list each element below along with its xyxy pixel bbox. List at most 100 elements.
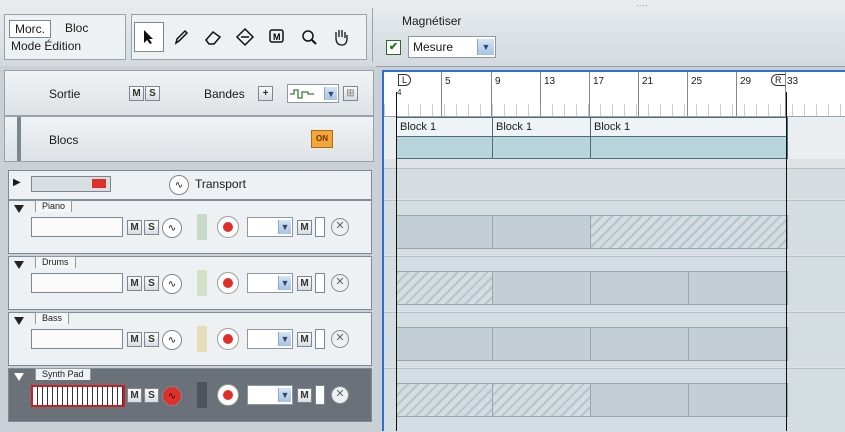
record-arm-button[interactable]	[217, 384, 239, 406]
track-dropdown[interactable]: ▼	[247, 329, 293, 349]
seq-mute-button[interactable]: M	[297, 220, 312, 235]
record-arm-button[interactable]	[217, 328, 239, 350]
master-mute-button[interactable]: M	[129, 86, 144, 101]
add-lane-button[interactable]: +	[258, 86, 273, 101]
collapse-arrow-icon[interactable]	[14, 317, 24, 325]
level-meter	[315, 385, 325, 405]
solo-button[interactable]: S	[144, 332, 159, 347]
pencil-tool-icon[interactable]	[166, 22, 196, 52]
hand-tool-icon[interactable]	[326, 22, 356, 52]
snap-select[interactable]: Mesure ▼	[408, 36, 496, 58]
track-name-synth-pad[interactable]: Synth Pad	[35, 368, 91, 380]
clip[interactable]	[492, 327, 592, 361]
delete-track-icon[interactable]: ✕	[331, 386, 349, 404]
delete-track-icon[interactable]: ✕	[331, 330, 349, 348]
arrow-tool-icon[interactable]	[134, 22, 164, 52]
mute-tool-icon[interactable]: M	[262, 22, 292, 52]
instrument-panel[interactable]	[31, 217, 123, 237]
magnify-tool-icon[interactable]	[294, 22, 324, 52]
clip[interactable]	[590, 383, 690, 417]
solo-button[interactable]: S	[144, 220, 159, 235]
mute-button[interactable]: M	[127, 332, 142, 347]
mute-button[interactable]: M	[127, 220, 142, 235]
mute-button[interactable]: M	[127, 388, 142, 403]
lane-settings-button[interactable]: ⊞	[343, 86, 358, 101]
track-name-drums[interactable]: Drums	[35, 256, 76, 268]
bar-number: 5	[445, 76, 451, 87]
clip[interactable]	[688, 271, 788, 305]
toolbar-separator	[372, 8, 373, 62]
transport-lane[interactable]	[384, 168, 845, 199]
transport-label: Transport	[195, 177, 246, 191]
arrange-view[interactable]: L 4 5 9 13 17 21 25 29 R 33 Block 1 Bloc…	[382, 70, 845, 432]
instrument-panel[interactable]	[31, 329, 123, 349]
svg-text:M: M	[273, 32, 281, 42]
collapse-arrow-icon[interactable]	[14, 373, 24, 381]
loop-right-marker[interactable]: R	[771, 74, 786, 86]
piano-lane[interactable]	[384, 200, 845, 255]
razor-tool-icon[interactable]	[230, 22, 260, 52]
delete-track-icon[interactable]: ✕	[331, 218, 349, 236]
track-dropdown[interactable]: ▼	[247, 385, 293, 405]
transport-controls[interactable]	[31, 176, 111, 192]
block-clip[interactable]: Block 1	[396, 117, 494, 159]
clip[interactable]	[688, 383, 788, 417]
instrument-panel[interactable]	[31, 273, 123, 293]
record-arm-button[interactable]	[217, 216, 239, 238]
timeline-ruler[interactable]: L 4 5 9 13 17 21 25 29 R 33	[384, 72, 845, 117]
blocks-on-button[interactable]: ON	[311, 130, 333, 148]
solo-button[interactable]: S	[144, 388, 159, 403]
clip[interactable]	[396, 383, 494, 417]
clip[interactable]	[590, 271, 690, 305]
expand-arrow-icon[interactable]: ▶	[13, 177, 21, 188]
wave-icon[interactable]: ∿	[162, 218, 182, 238]
track-dropdown[interactable]: ▼	[247, 217, 293, 237]
chevron-down-icon: ▼	[278, 332, 291, 346]
collapse-arrow-icon[interactable]	[14, 261, 24, 269]
loop-left-marker[interactable]: L	[398, 74, 412, 86]
bar-number: 25	[691, 76, 703, 87]
wave-icon[interactable]: ∿	[162, 386, 182, 406]
seq-mute-button[interactable]: M	[297, 332, 312, 347]
clip[interactable]	[396, 271, 494, 305]
drums-lane[interactable]	[384, 256, 845, 311]
clip[interactable]	[688, 327, 788, 361]
clip[interactable]	[492, 215, 592, 249]
track-name-bass[interactable]: Bass	[35, 312, 70, 324]
clip[interactable]	[492, 383, 592, 417]
clip[interactable]	[590, 327, 690, 361]
snap-checkbox[interactable]: ✔	[386, 40, 401, 55]
clip[interactable]	[396, 327, 494, 361]
mute-button[interactable]: M	[127, 276, 142, 291]
solo-button[interactable]: S	[144, 276, 159, 291]
chevron-down-icon: ▼	[278, 276, 291, 290]
track-name-piano[interactable]: Piano	[35, 200, 73, 212]
seq-mute-button[interactable]: M	[297, 388, 312, 403]
lane-type-select[interactable]: ▼	[287, 84, 339, 103]
block-title: Block 1	[493, 118, 591, 137]
wave-icon[interactable]: ∿	[162, 330, 182, 350]
wave-icon[interactable]: ∿	[162, 274, 182, 294]
block-lane[interactable]: Block 1 Block 1 Block 1	[384, 117, 845, 159]
eraser-tool-icon[interactable]	[198, 22, 228, 52]
transport-wave-icon[interactable]: ∿	[169, 175, 189, 195]
delete-track-icon[interactable]: ✕	[331, 274, 349, 292]
record-arm-button[interactable]	[217, 272, 239, 294]
instrument-panel[interactable]	[31, 385, 125, 407]
clip[interactable]	[492, 271, 592, 305]
edit-mode-label: Mode Édition	[11, 39, 82, 53]
synth-pad-lane[interactable]	[384, 368, 845, 432]
clip[interactable]	[396, 215, 494, 249]
block-clip[interactable]: Block 1	[492, 117, 592, 159]
collapse-arrow-icon[interactable]	[14, 205, 24, 213]
block-clip[interactable]: Block 1	[590, 117, 788, 159]
seq-mute-button[interactable]: M	[297, 276, 312, 291]
bar-number: 17	[593, 76, 605, 87]
output-row: Sortie M S Bandes + ▼ ⊞	[4, 70, 374, 116]
clip[interactable]	[590, 215, 788, 249]
bass-lane[interactable]	[384, 312, 845, 367]
block-mode-button[interactable]: Bloc	[65, 21, 88, 35]
track-dropdown[interactable]: ▼	[247, 273, 293, 293]
master-solo-button[interactable]: S	[145, 86, 160, 101]
song-mode-button[interactable]: Morc.	[9, 20, 51, 38]
